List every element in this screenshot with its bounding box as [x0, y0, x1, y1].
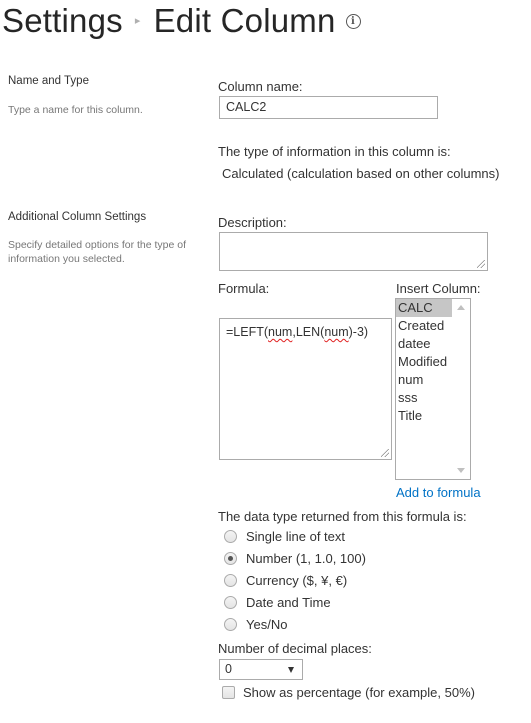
- radio-unchecked-icon[interactable]: [224, 595, 237, 609]
- data-type-option-label: Number (1, 1.0, 100): [246, 550, 366, 566]
- section-heading-name-and-type: Name and Type: [8, 75, 89, 87]
- data-type-option[interactable]: Number (1, 1.0, 100): [224, 547, 366, 569]
- decimal-places-select[interactable]: 0: [219, 659, 303, 680]
- radio-checked-icon[interactable]: [224, 551, 237, 565]
- breadcrumb-separator-icon: ▸: [134, 14, 141, 27]
- radio-unchecked-icon[interactable]: [224, 529, 237, 543]
- scroll-down-icon[interactable]: [457, 468, 465, 473]
- show-percentage-row: Show as percentage (for example, 50%): [222, 684, 475, 700]
- scroll-up-icon[interactable]: [457, 305, 465, 310]
- insert-column-label: Insert Column:: [396, 281, 481, 296]
- page-header: Settings ▸ Edit Column i: [2, 2, 361, 40]
- section-description-additional: Specify detailed options for the type of…: [8, 239, 187, 265]
- formula-label: Formula:: [218, 281, 270, 296]
- dropdown-arrow-icon: [288, 667, 294, 673]
- data-type-option[interactable]: Single line of text: [224, 525, 366, 547]
- data-type-option-label: Yes/No: [246, 616, 288, 632]
- insert-column-listbox[interactable]: CALC Created datee Modified num sss Title: [395, 298, 471, 480]
- insert-column-option[interactable]: Title: [396, 407, 452, 425]
- add-to-formula-link[interactable]: Add to formula: [396, 485, 481, 500]
- show-percentage-checkbox[interactable]: [222, 686, 235, 700]
- insert-column-option[interactable]: Created: [396, 317, 452, 335]
- section-heading-additional: Additional Column Settings: [8, 211, 147, 223]
- data-type-option[interactable]: Date and Time: [224, 591, 366, 613]
- data-type-option-label: Single line of text: [246, 528, 346, 544]
- insert-column-list: CALC Created datee Modified num sss Title: [396, 299, 470, 425]
- column-name-label: Column name:: [218, 79, 303, 94]
- data-type-option-label: Currency ($, ¥, €): [246, 572, 348, 588]
- resize-handle-icon[interactable]: [477, 260, 485, 268]
- radio-unchecked-icon[interactable]: [224, 617, 237, 631]
- data-type-option[interactable]: Yes/No: [224, 613, 366, 635]
- show-percentage-label: Show as percentage (for example, 50%): [243, 685, 475, 701]
- column-name-input[interactable]: CALC2: [219, 96, 438, 119]
- type-info-label: The type of information in this column i…: [218, 144, 451, 159]
- insert-column-option[interactable]: num: [396, 371, 452, 389]
- insert-column-option[interactable]: Modified: [396, 353, 452, 371]
- insert-column-option[interactable]: CALC: [396, 299, 452, 317]
- formula-textarea[interactable]: =LEFT(num,LEN(num)-3): [219, 318, 392, 460]
- insert-column-option[interactable]: datee: [396, 335, 452, 353]
- data-type-option[interactable]: Currency ($, ¥, €): [224, 569, 366, 591]
- decimal-places-label: Number of decimal places:: [218, 641, 372, 656]
- insert-column-option[interactable]: sss: [396, 389, 452, 407]
- radio-unchecked-icon[interactable]: [224, 573, 237, 587]
- description-textarea[interactable]: [219, 232, 488, 271]
- page-title: Edit Column: [153, 2, 336, 39]
- resize-handle-icon[interactable]: [381, 449, 389, 457]
- formula-text: =LEFT(num,LEN(num)-3): [226, 325, 369, 339]
- data-type-radio-group: Single line of text Number (1, 1.0, 100) C…: [224, 525, 366, 635]
- type-info-value: Calculated (calculation based on other c…: [222, 166, 500, 181]
- section-description-name-and-type: Type a name for this column.: [8, 104, 143, 116]
- description-label: Description:: [218, 215, 287, 230]
- info-icon[interactable]: i: [345, 13, 361, 29]
- data-type-label: The data type returned from this formula…: [218, 509, 467, 524]
- data-type-option-label: Date and Time: [246, 594, 331, 610]
- breadcrumb-settings[interactable]: Settings: [2, 2, 123, 39]
- decimal-places-value: 0: [225, 662, 232, 676]
